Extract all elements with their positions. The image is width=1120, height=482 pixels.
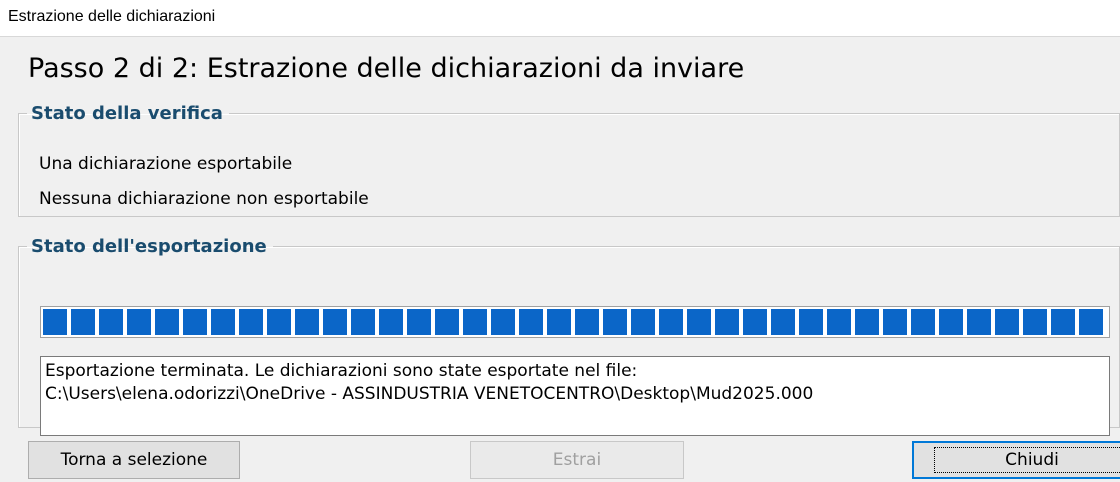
export-group-title: Stato dell'esportazione bbox=[31, 236, 267, 257]
export-log-line: Esportazione terminata. Le dichiarazioni… bbox=[45, 361, 638, 381]
export-progress-fill bbox=[43, 309, 1107, 335]
export-log-path: C:\Users\elena.odorizzi\OneDrive - ASSIN… bbox=[45, 384, 814, 404]
not-exportable-status: Nessuna dichiarazione non esportabile bbox=[39, 189, 369, 209]
window-title: Estrazione delle dichiarazioni bbox=[8, 8, 216, 25]
page-title: Passo 2 di 2: Estrazione delle dichiaraz… bbox=[28, 53, 745, 84]
extract-button[interactable]: Estrai bbox=[470, 441, 684, 479]
verification-group: Stato della verifica Una dichiarazione e… bbox=[18, 103, 1120, 217]
export-progress-bar bbox=[40, 306, 1110, 338]
window-titlebar: Estrazione delle dichiarazioni bbox=[0, 0, 1120, 37]
export-group: Stato dell'esportazione Esportazione ter… bbox=[18, 236, 1120, 436]
verification-group-title: Stato della verifica bbox=[31, 103, 223, 124]
close-button[interactable]: Chiudi bbox=[912, 441, 1120, 479]
exportable-status: Una dichiarazione esportabile bbox=[39, 154, 293, 174]
close-button-label: Chiudi bbox=[934, 447, 1120, 473]
dialog-body: Passo 2 di 2: Estrazione delle dichiaraz… bbox=[0, 37, 1120, 482]
export-log-textarea[interactable]: Esportazione terminata. Le dichiarazioni… bbox=[40, 356, 1110, 436]
back-to-selection-button[interactable]: Torna a selezione bbox=[28, 441, 240, 479]
